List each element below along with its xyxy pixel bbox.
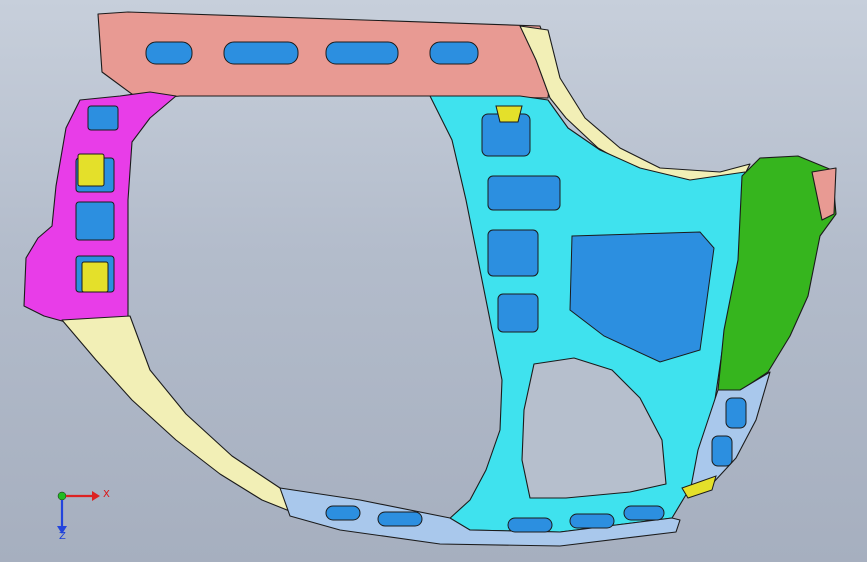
roof-slot-3 (325, 41, 399, 65)
yellow-bracket-lower (81, 261, 109, 293)
sill-slot-4 (569, 513, 615, 529)
sill-slot-3 (507, 517, 553, 533)
sill-slot-5 (623, 505, 665, 521)
pocket-3 (487, 229, 539, 277)
roof-slot-1 (145, 41, 193, 65)
z-axis-label: Z (59, 531, 66, 542)
pocket-4 (497, 293, 539, 333)
x-axis-label: X (103, 489, 110, 500)
sill-slot-2 (377, 511, 423, 527)
axis-origin-icon (57, 491, 67, 501)
rear-slot-1 (725, 397, 747, 429)
yellow-bracket-top (495, 105, 523, 123)
pocket-2 (487, 175, 561, 211)
roof-slot-4 (429, 41, 479, 65)
body-side-3d-model[interactable] (0, 0, 867, 562)
axis-triad: X Z (40, 480, 110, 550)
x-axis-arrowhead-icon (92, 491, 100, 501)
sill-slot-1 (325, 505, 361, 521)
axis-triad-graphic (57, 491, 100, 534)
magenta-pocket-3 (75, 201, 115, 241)
magenta-pocket-1 (87, 105, 119, 131)
yellow-bracket-upper (77, 153, 105, 187)
rear-slot-2 (711, 435, 733, 467)
roof-slot-2 (223, 41, 299, 65)
cad-viewport[interactable]: X Z (0, 0, 867, 562)
